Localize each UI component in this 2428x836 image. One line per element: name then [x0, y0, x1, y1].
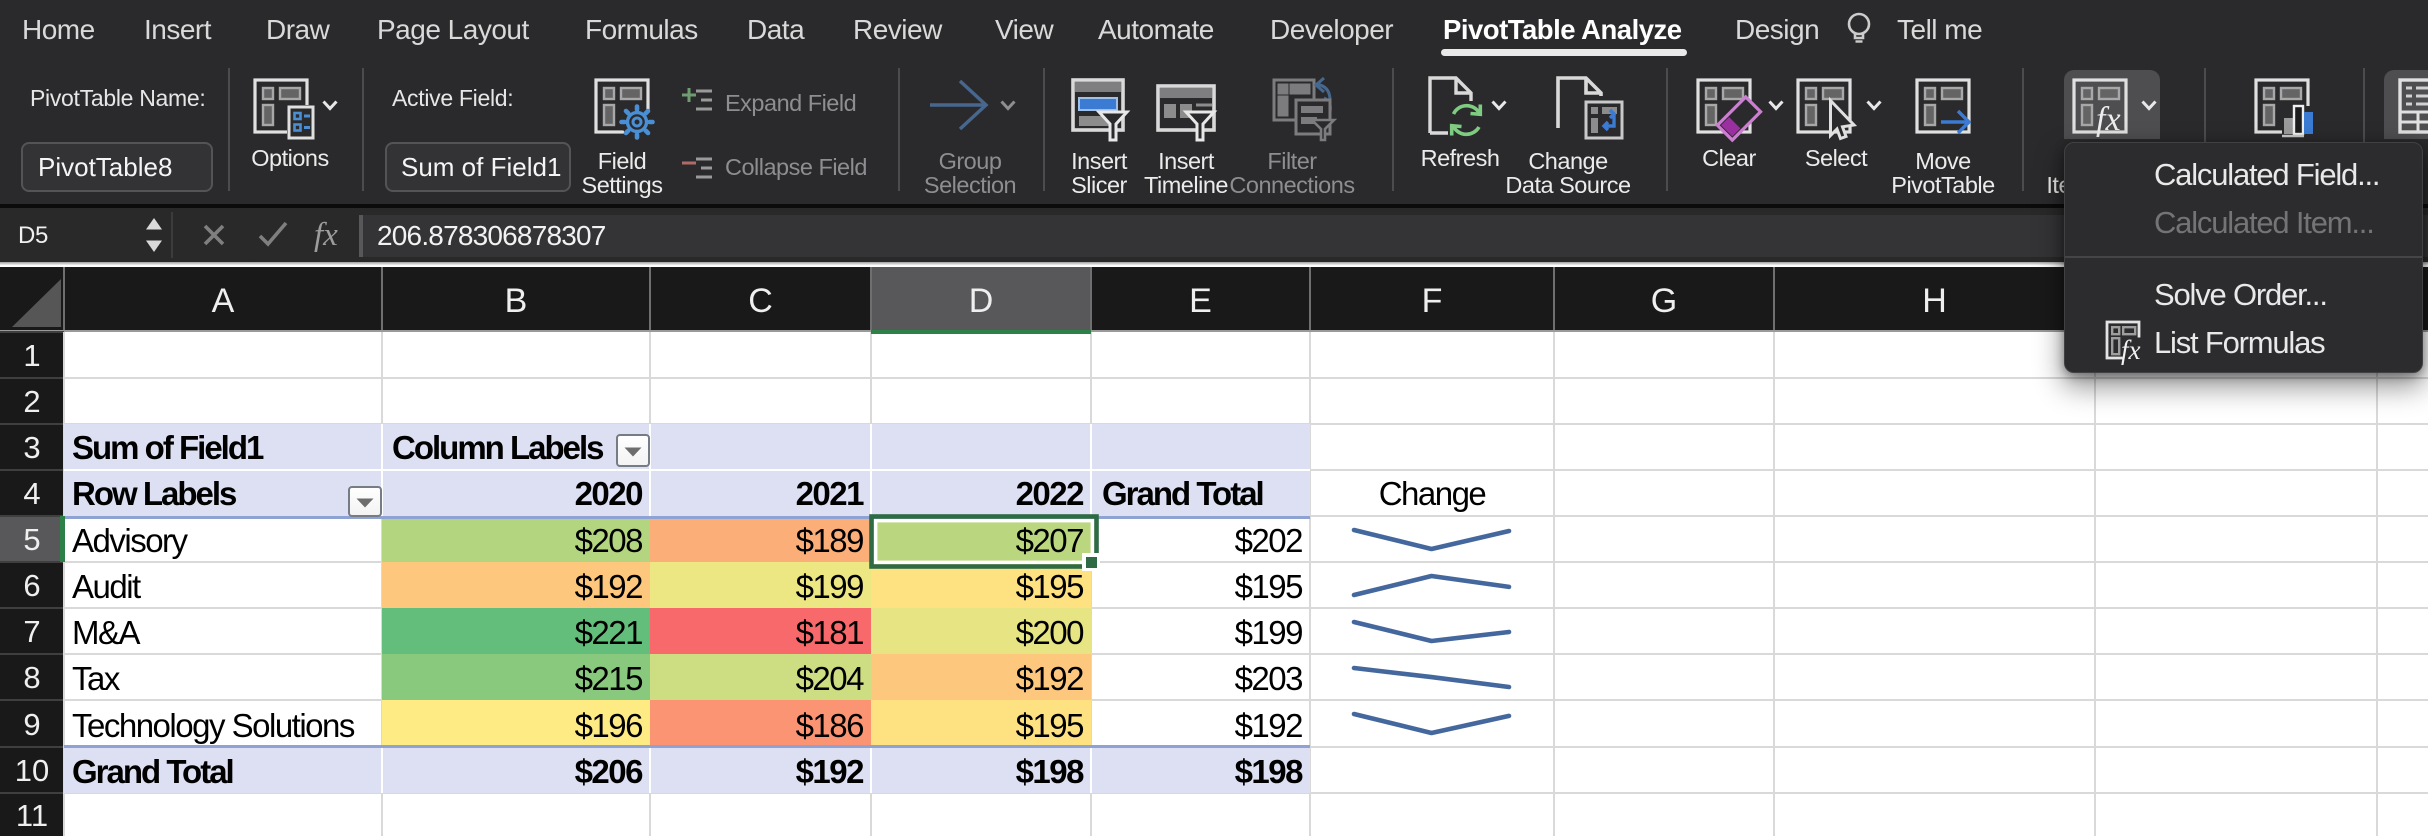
svg-text:fx: fx: [2121, 335, 2141, 365]
svg-text:fx: fx: [2096, 101, 2121, 138]
